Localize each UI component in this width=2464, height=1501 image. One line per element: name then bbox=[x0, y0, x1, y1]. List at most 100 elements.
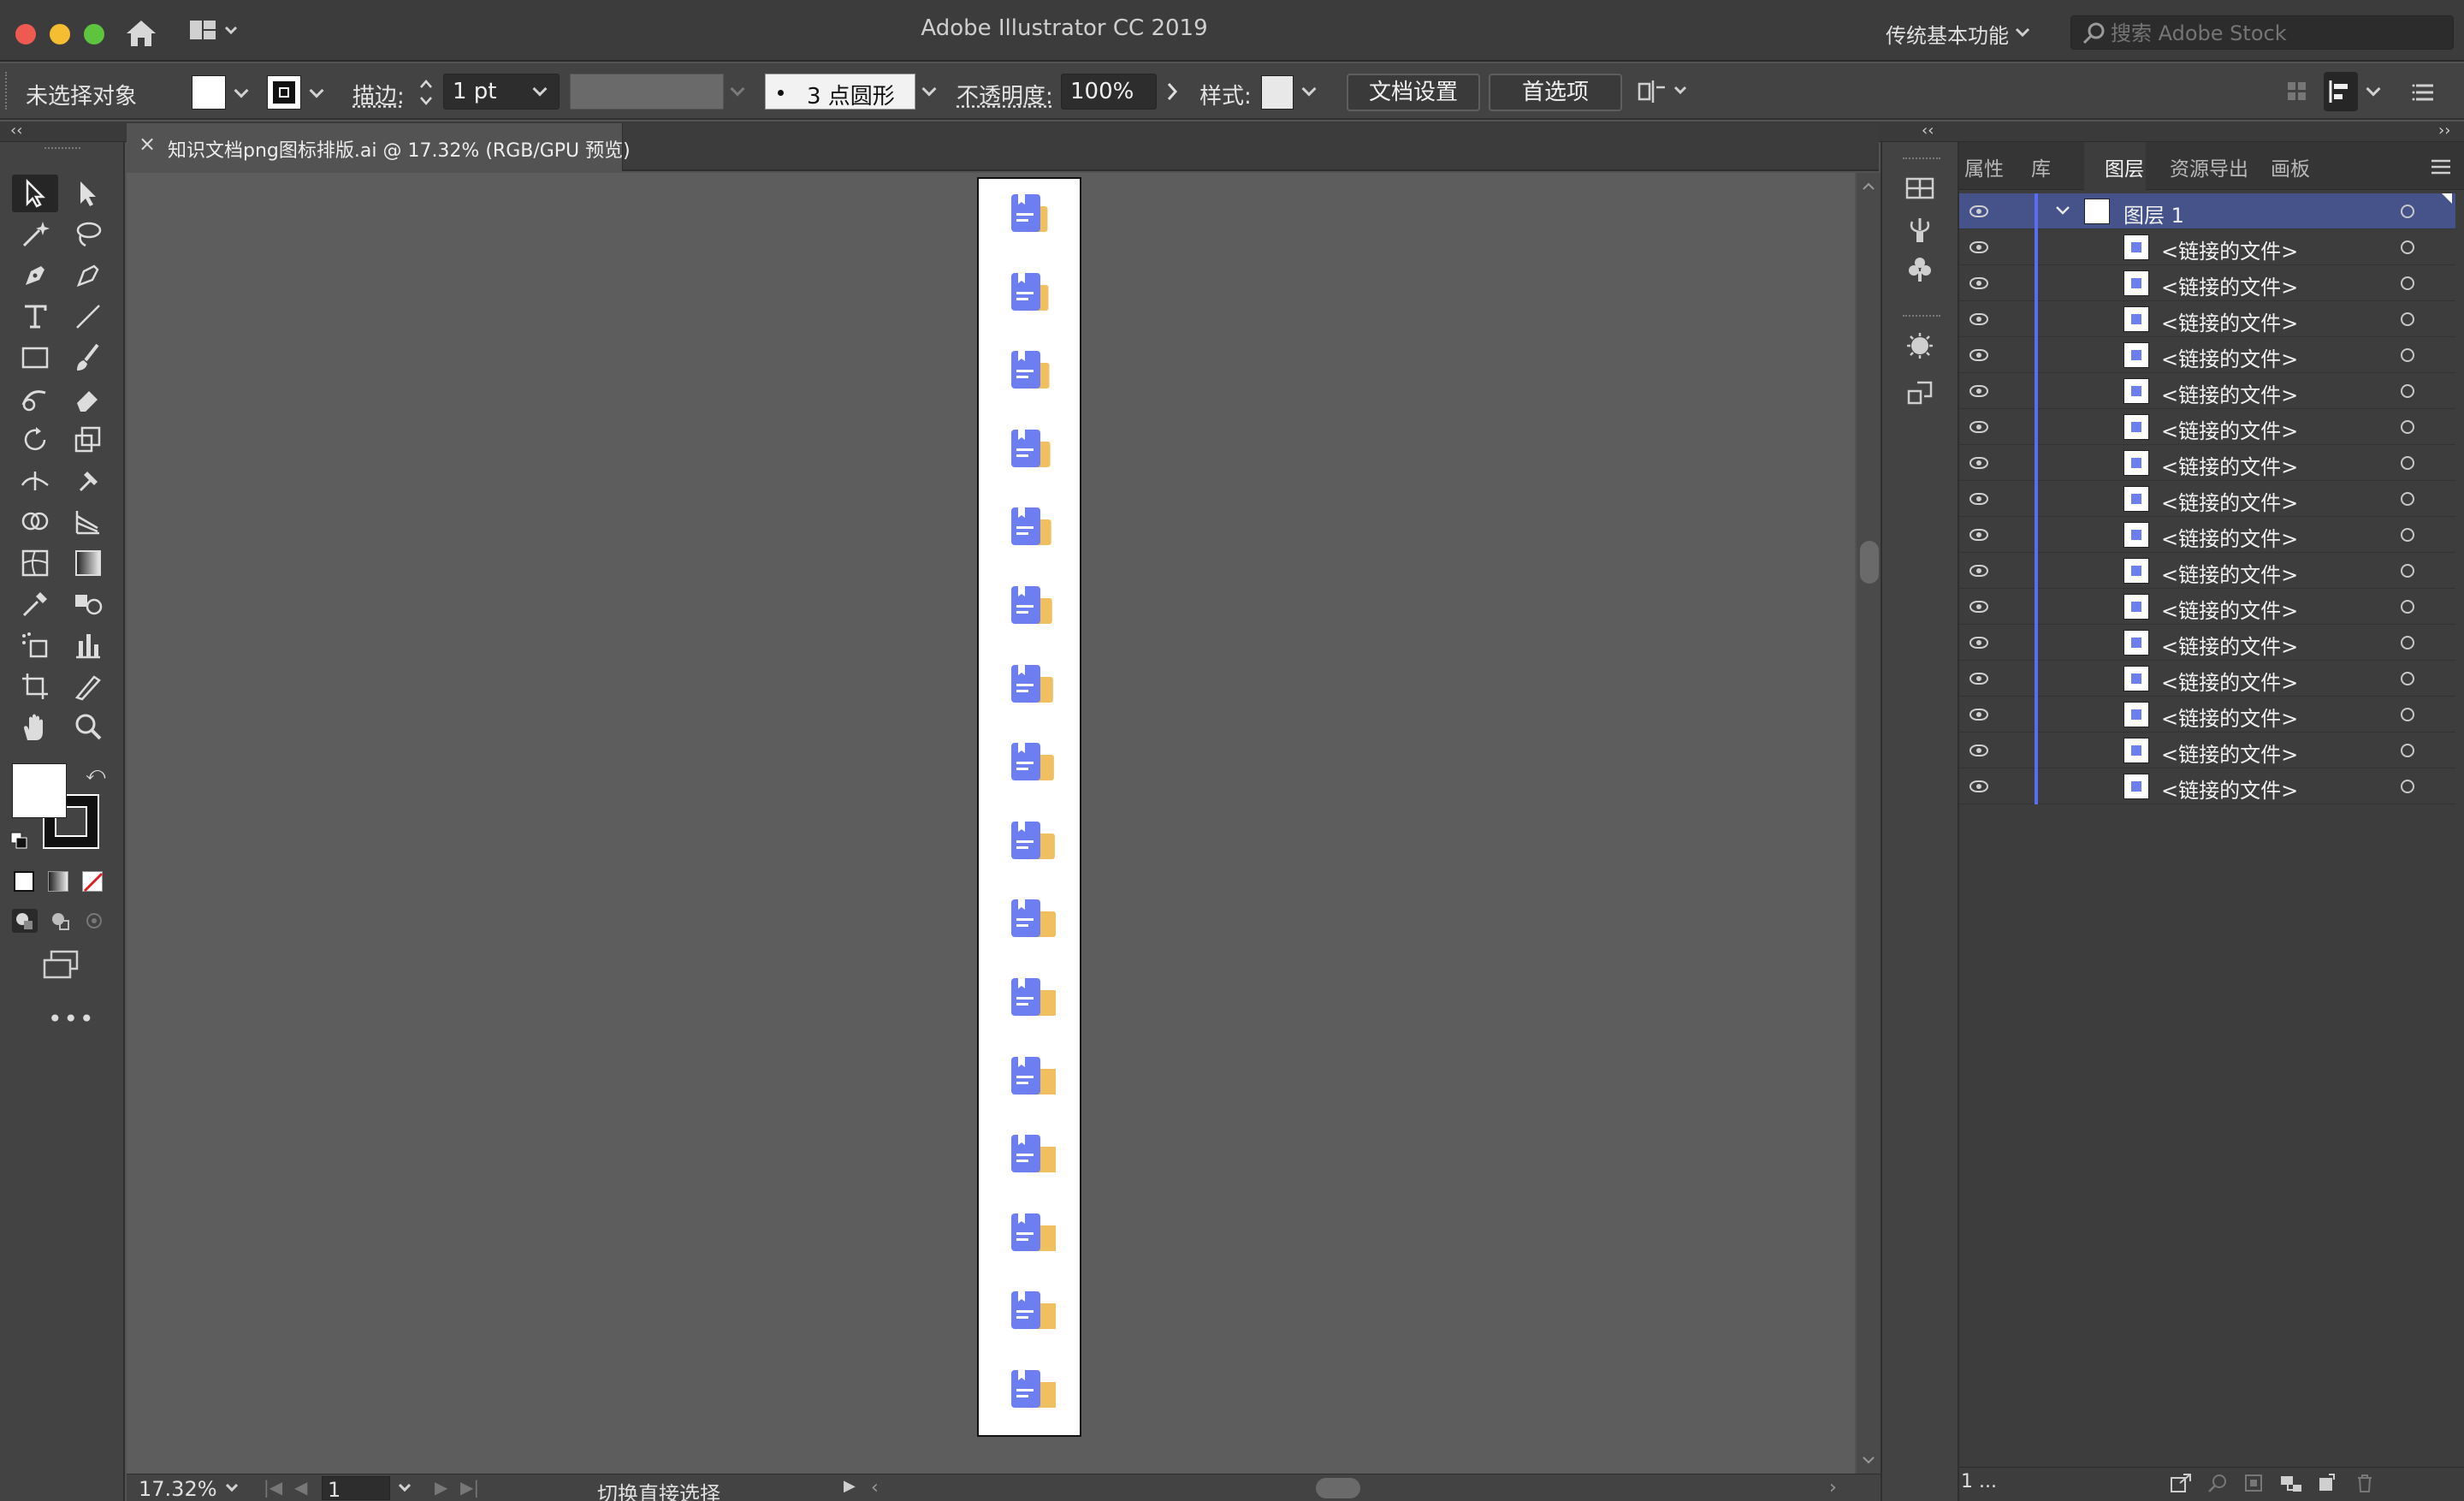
layer-row-linked-file[interactable]: <链接的文件> bbox=[1959, 625, 2455, 661]
opacity-label[interactable]: 不透明度: bbox=[957, 79, 1053, 110]
create-sublayer-icon[interactable] bbox=[2279, 1473, 2303, 1497]
layer-target-icon[interactable] bbox=[2401, 672, 2414, 685]
layer-target-icon[interactable] bbox=[2401, 636, 2414, 650]
tab-properties[interactable]: 属性 bbox=[1964, 152, 2004, 181]
chevron-down-icon[interactable] bbox=[310, 84, 324, 98]
document-file-icon[interactable] bbox=[1003, 502, 1056, 550]
draw-normal-icon[interactable] bbox=[12, 909, 38, 933]
variable-width-profile[interactable] bbox=[570, 74, 724, 110]
collect-for-export-icon[interactable] bbox=[2170, 1473, 2192, 1497]
tab-artboards[interactable]: 画板 bbox=[2271, 152, 2310, 181]
linked-file-label[interactable]: <链接的文件> bbox=[2161, 270, 2298, 300]
layer-target-icon[interactable] bbox=[2401, 348, 2414, 362]
document-file-icon[interactable] bbox=[1003, 1286, 1056, 1334]
layer-row-linked-file[interactable]: <链接的文件> bbox=[1959, 265, 2455, 301]
color-mode-icon[interactable] bbox=[14, 871, 34, 892]
rotate-tool-icon[interactable] bbox=[12, 421, 58, 459]
linked-file-label[interactable]: <链接的文件> bbox=[2161, 594, 2298, 624]
type-tool-icon[interactable] bbox=[12, 298, 58, 335]
document-tab[interactable]: × 知识文档png图标排版.ai @ 17.32% (RGB/GPU 预览) bbox=[127, 123, 623, 171]
layer-row-linked-file[interactable]: <链接的文件> bbox=[1959, 481, 2455, 517]
vertical-scroll-thumb[interactable] bbox=[1860, 541, 1879, 584]
brush-definition[interactable]: 3 点圆形 bbox=[765, 74, 915, 110]
swap-colors-icon[interactable]: ⤺ bbox=[86, 763, 106, 785]
draw-behind-icon[interactable] bbox=[48, 909, 74, 933]
rectangle-tool-icon[interactable] bbox=[12, 339, 58, 377]
horizontal-scroll-thumb[interactable] bbox=[1316, 1478, 1360, 1498]
tab-layers[interactable]: 图层 bbox=[2105, 152, 2144, 181]
visibility-eye-icon[interactable] bbox=[1969, 421, 1988, 433]
pen-tool-icon[interactable] bbox=[12, 257, 58, 294]
tab-asset-export[interactable]: 资源导出 bbox=[2170, 152, 2248, 181]
color-guide-panel-icon[interactable] bbox=[1901, 327, 1939, 365]
visibility-eye-icon[interactable] bbox=[1969, 637, 1988, 649]
zoom-tool-icon[interactable] bbox=[65, 709, 111, 746]
layer-row-linked-file[interactable]: <链接的文件> bbox=[1959, 517, 2455, 553]
layer-row-linked-file[interactable]: <链接的文件> bbox=[1959, 373, 2455, 409]
document-file-icon[interactable] bbox=[1003, 268, 1056, 316]
lasso-tool-icon[interactable] bbox=[65, 216, 111, 253]
document-file-icon[interactable] bbox=[1003, 581, 1056, 629]
document-file-icon[interactable] bbox=[1003, 894, 1056, 942]
layer-target-icon[interactable] bbox=[2401, 492, 2414, 506]
visibility-eye-icon[interactable] bbox=[1969, 565, 1988, 577]
stroke-weight-field[interactable]: 1 pt bbox=[443, 74, 560, 110]
chevron-down-icon[interactable] bbox=[2366, 82, 2381, 97]
document-file-icon[interactable] bbox=[1003, 1130, 1056, 1178]
layer-target-icon[interactable] bbox=[2401, 564, 2414, 578]
close-tab-icon[interactable]: × bbox=[139, 132, 156, 156]
delete-layer-icon[interactable] bbox=[2354, 1473, 2375, 1497]
linked-file-label[interactable]: <链接的文件> bbox=[2161, 558, 2298, 588]
status-menu-icon[interactable]: ▶ bbox=[844, 1477, 856, 1495]
visibility-eye-icon[interactable] bbox=[1969, 205, 1988, 217]
chevron-down-icon[interactable] bbox=[2055, 204, 2070, 220]
layer-row-linked-file[interactable]: <链接的文件> bbox=[1959, 229, 2455, 265]
linked-file-label[interactable]: <链接的文件> bbox=[2161, 774, 2298, 804]
gradient-tool-icon[interactable] bbox=[65, 544, 111, 582]
linked-file-label[interactable]: <链接的文件> bbox=[2161, 342, 2298, 372]
linked-file-label[interactable]: <链接的文件> bbox=[2161, 234, 2298, 264]
layer-target-icon[interactable] bbox=[2401, 384, 2414, 398]
layer-target-icon[interactable] bbox=[2401, 528, 2414, 542]
width-tool-icon[interactable] bbox=[12, 462, 58, 500]
opacity-field[interactable]: 100% bbox=[1061, 74, 1157, 110]
workspace-switcher[interactable]: 传统基本功能 bbox=[1886, 19, 2009, 49]
perspective-grid-tool-icon[interactable] bbox=[65, 503, 111, 541]
grip-handle[interactable] bbox=[5, 72, 10, 110]
visibility-eye-icon[interactable] bbox=[1969, 493, 1988, 505]
layer-row-linked-file[interactable]: <链接的文件> bbox=[1959, 301, 2455, 337]
fill-color-front[interactable] bbox=[12, 763, 67, 818]
eyedropper-tool-icon[interactable] bbox=[12, 585, 58, 623]
scroll-right-icon[interactable]: › bbox=[1829, 1477, 1837, 1498]
artboard-number-field[interactable]: 1 bbox=[322, 1476, 390, 1500]
layer-name[interactable]: 图层 1 bbox=[2123, 199, 2184, 228]
graphic-style-swatch[interactable] bbox=[1261, 75, 1294, 110]
dock-grip[interactable] bbox=[1903, 315, 1940, 318]
document-file-icon[interactable] bbox=[1003, 189, 1056, 237]
hand-tool-icon[interactable] bbox=[12, 709, 58, 746]
layer-row-linked-file[interactable]: <链接的文件> bbox=[1959, 589, 2455, 625]
visibility-eye-icon[interactable] bbox=[1969, 529, 1988, 541]
stock-search-box[interactable] bbox=[2070, 15, 2454, 50]
chevron-down-icon[interactable] bbox=[234, 84, 249, 98]
layer-target-icon[interactable] bbox=[2401, 780, 2414, 793]
document-setup-button[interactable]: 文档设置 bbox=[1347, 74, 1480, 111]
layer-row-linked-file[interactable]: <链接的文件> bbox=[1959, 337, 2455, 373]
brushes-panel-icon[interactable] bbox=[1901, 211, 1939, 248]
collapse-left-icon[interactable]: ‹‹ bbox=[10, 122, 22, 139]
linked-file-label[interactable]: <链接的文件> bbox=[2161, 450, 2298, 480]
transform-panel-icon[interactable] bbox=[1901, 375, 1939, 412]
stroke-label[interactable]: 描边: bbox=[352, 79, 405, 110]
visibility-eye-icon[interactable] bbox=[1969, 277, 1988, 289]
paintbrush-tool-icon[interactable] bbox=[65, 339, 111, 377]
linked-file-label[interactable]: <链接的文件> bbox=[2161, 738, 2298, 768]
stroke-stepper-icon[interactable] bbox=[418, 75, 435, 113]
line-segment-tool-icon[interactable] bbox=[65, 298, 111, 335]
expand-right-icon[interactable]: ›› bbox=[2438, 122, 2450, 139]
vertical-scrollbar[interactable] bbox=[1857, 173, 1881, 1474]
visibility-eye-icon[interactable] bbox=[1969, 745, 1988, 756]
chevron-down-icon[interactable] bbox=[399, 1480, 411, 1492]
stroke-swatch[interactable] bbox=[267, 75, 301, 110]
linked-file-label[interactable]: <链接的文件> bbox=[2161, 522, 2298, 552]
layer-row-linked-file[interactable]: <链接的文件> bbox=[1959, 733, 2455, 768]
